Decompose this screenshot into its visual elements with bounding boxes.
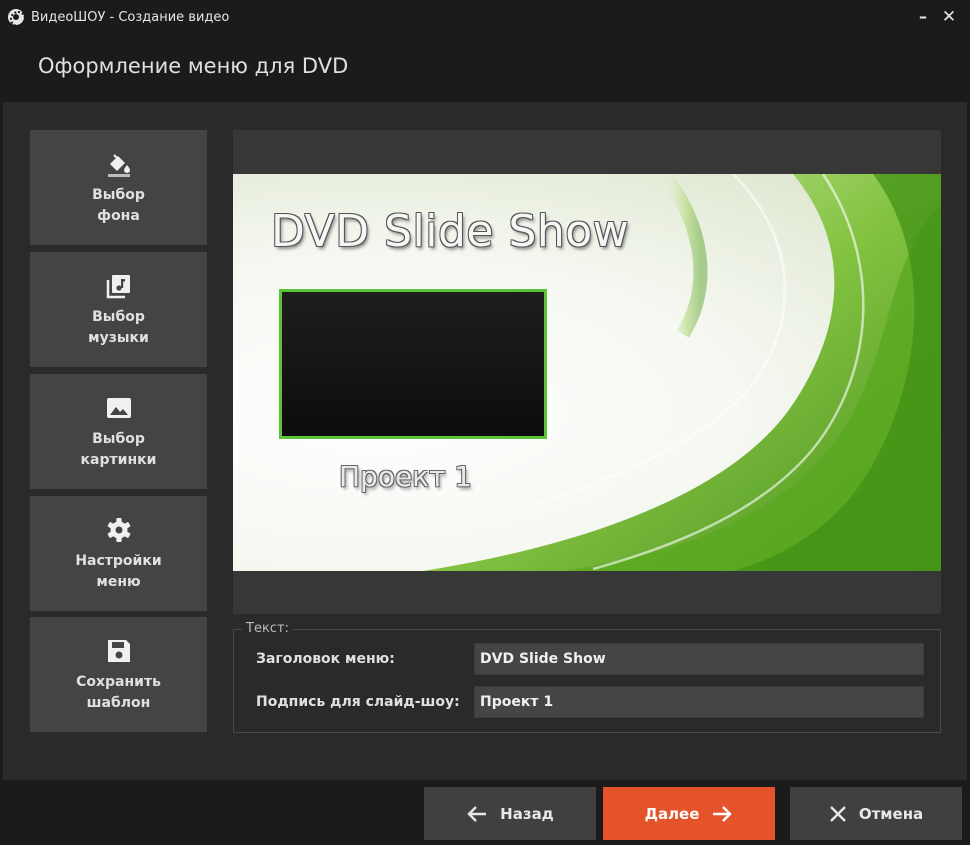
- close-icon: [829, 805, 847, 823]
- back-button[interactable]: Назад: [424, 787, 596, 840]
- choose-background-button[interactable]: Выбор фона: [30, 130, 207, 245]
- sidebar-item-label: Сохранить шаблон: [76, 673, 161, 711]
- minimize-button[interactable]: –: [912, 6, 934, 28]
- arrow-right-icon: [711, 805, 733, 823]
- cancel-button[interactable]: Отмена: [790, 787, 962, 840]
- paint-bucket-icon: [104, 149, 134, 179]
- menu-title-input[interactable]: [474, 643, 924, 675]
- menu-title-row: Заголовок меню:: [256, 643, 924, 675]
- window-title: ВидеоШОУ - Создание видео: [31, 9, 230, 25]
- title-bar: ВидеоШОУ - Создание видео – ✕: [0, 0, 970, 34]
- sidebar-item-label: Выбор музыки: [88, 308, 149, 346]
- slideshow-caption-row: Подпись для слайд-шоу:: [256, 686, 924, 718]
- slideshow-caption-input[interactable]: [474, 686, 924, 718]
- page-title: Оформление меню для DVD: [38, 54, 349, 78]
- app-reel-icon: [8, 9, 26, 27]
- choose-music-button[interactable]: Выбор музыки: [30, 252, 207, 367]
- cancel-label: Отмена: [858, 804, 924, 823]
- slideshow-thumbnail[interactable]: [279, 289, 547, 439]
- preview-menu-title: DVD Slide Show: [271, 206, 630, 257]
- page-header: Оформление меню для DVD: [0, 34, 970, 102]
- back-label: Назад: [500, 804, 554, 823]
- slideshow-caption-label: Подпись для слайд-шоу:: [256, 694, 460, 710]
- menu-preview-frame: DVD Slide Show Проект 1: [233, 130, 941, 614]
- menu-settings-button[interactable]: Настройки меню: [30, 496, 207, 611]
- sidebar-item-label: Настройки меню: [75, 552, 162, 590]
- next-button[interactable]: Далее: [603, 787, 775, 840]
- sidebar-item-label: Выбор фона: [92, 186, 145, 224]
- music-library-icon: [104, 271, 134, 301]
- text-settings-group: Текст: Заголовок меню: Подпись для слайд…: [233, 621, 941, 733]
- main-panel: Выбор фона Выбор музыки Выбор картинки Н…: [3, 102, 967, 780]
- preview-slideshow-caption: Проект 1: [339, 460, 473, 493]
- dvd-menu-preview: DVD Slide Show Проект 1: [233, 174, 941, 571]
- choose-image-button[interactable]: Выбор картинки: [30, 374, 207, 489]
- gear-icon: [104, 515, 134, 545]
- floppy-disk-icon: [104, 636, 134, 666]
- next-label: Далее: [644, 804, 700, 823]
- image-icon: [104, 393, 134, 423]
- save-template-button[interactable]: Сохранить шаблон: [30, 617, 207, 732]
- sidebar-item-label: Выбор картинки: [80, 430, 157, 468]
- arrow-left-icon: [466, 805, 488, 823]
- menu-title-label: Заголовок меню:: [256, 651, 395, 667]
- footer-bar: Назад Далее Отмена: [0, 780, 970, 845]
- close-window-button[interactable]: ✕: [938, 6, 960, 28]
- group-legend: Текст:: [242, 621, 293, 636]
